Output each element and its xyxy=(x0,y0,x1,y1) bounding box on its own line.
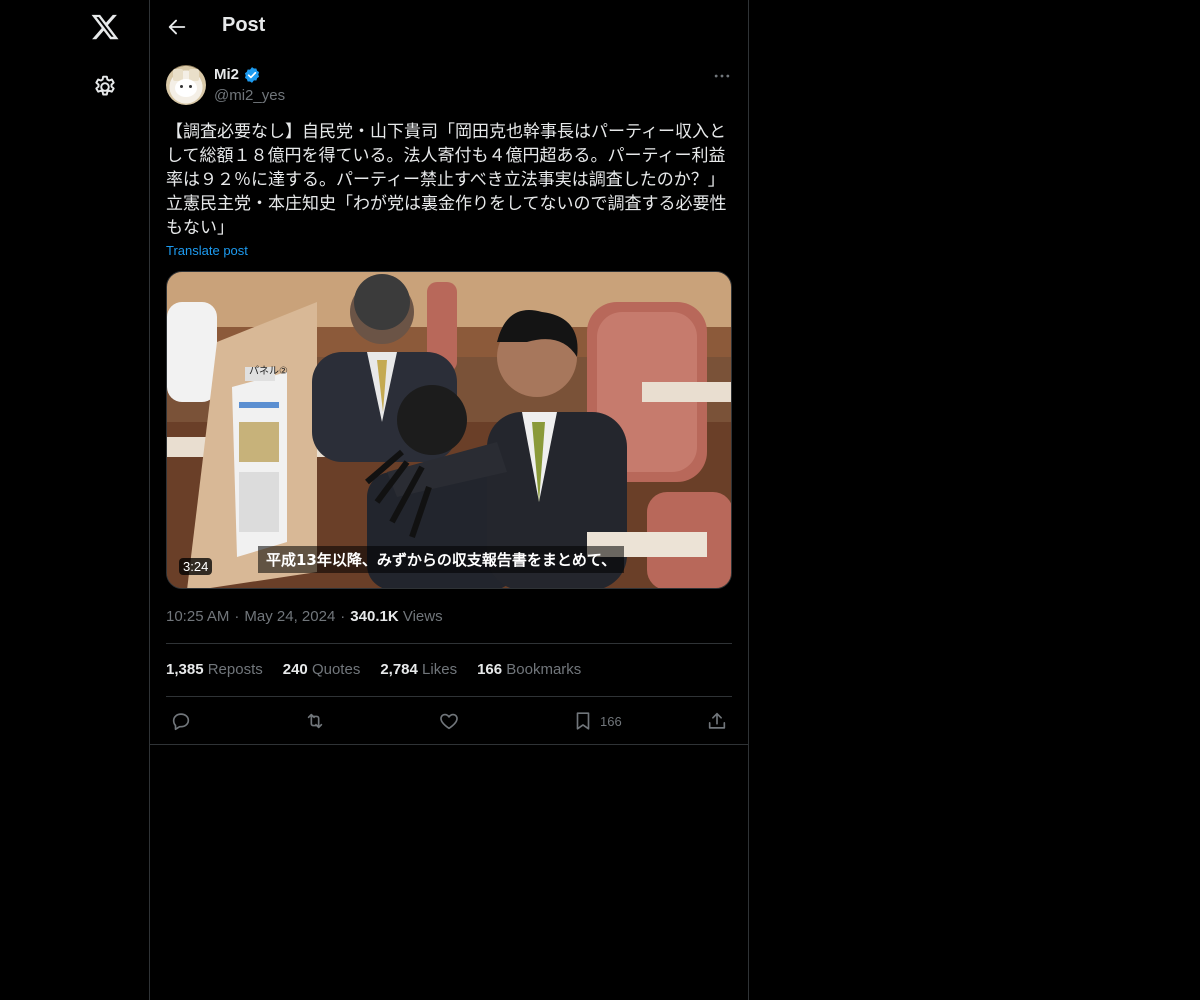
quotes-label: Quotes xyxy=(311,661,361,678)
likes-stat[interactable]: 2,784 Likes xyxy=(380,661,457,678)
post-meta: 10:25 AM · May 24, 2024 · 340.1K Views xyxy=(166,608,443,625)
like-button[interactable] xyxy=(438,708,460,734)
post-time[interactable]: 10:25 AM xyxy=(166,608,229,625)
meta-separator: · xyxy=(234,608,240,625)
avatar[interactable] xyxy=(166,65,206,105)
likes-count: 2,784 xyxy=(380,661,418,678)
video-duration: 3:24 xyxy=(179,558,213,575)
post-date[interactable]: May 24, 2024 xyxy=(244,608,335,625)
meta-separator: · xyxy=(340,608,346,625)
share-button[interactable] xyxy=(706,708,728,734)
author-name[interactable]: Mi2 xyxy=(214,66,239,83)
share-icon xyxy=(708,712,726,729)
reply-button[interactable] xyxy=(170,708,192,734)
divider xyxy=(166,643,732,644)
bookmarks-stat[interactable]: 166 Bookmarks xyxy=(477,661,581,678)
avatar-eye-right xyxy=(189,85,192,88)
verified-badge-icon[interactable] xyxy=(243,66,261,84)
repost-button[interactable] xyxy=(304,708,326,734)
reposts-label: Reposts xyxy=(207,661,263,678)
views-count: 340.1K xyxy=(350,608,399,625)
reposts-stat[interactable]: 1,385 Reposts xyxy=(166,661,263,678)
action-bar: 166 xyxy=(166,708,732,734)
video-frame-illustration: パネル② xyxy=(167,272,731,588)
likes-label: Likes xyxy=(422,661,458,678)
page-title: Post xyxy=(222,14,266,36)
reposts-count: 1,385 xyxy=(166,661,204,678)
gear-icon[interactable] xyxy=(92,74,118,100)
arrow-left-icon[interactable] xyxy=(166,16,188,38)
bookmark-icon xyxy=(576,712,590,730)
quotes-count: 240 xyxy=(282,661,308,678)
bookmarks-count: 166 xyxy=(477,661,503,678)
heart-icon xyxy=(440,713,458,730)
avatar-eye-left xyxy=(180,85,183,88)
more-horizontal-icon[interactable] xyxy=(712,66,732,86)
views-label: Views xyxy=(402,608,443,625)
repost-icon xyxy=(307,713,323,729)
bookmark-button[interactable]: 166 xyxy=(572,708,622,734)
reply-icon xyxy=(172,713,190,731)
post-video[interactable]: パネル② 3:24 平成13年以降、みずからの収支報告書をまとめて、 xyxy=(166,271,732,589)
translate-post-link[interactable]: Translate post xyxy=(166,243,248,258)
post-bottom-border xyxy=(150,744,748,745)
x-logo-icon[interactable] xyxy=(90,12,120,42)
post-text: 【調査必要なし】自民党・山下貴司「岡田克也幹事長はパーティー収入と して総額１８… xyxy=(166,122,727,238)
avatar-face xyxy=(175,79,197,97)
video-subtitle: 平成13年以降、みずからの収支報告書をまとめて、 xyxy=(258,546,625,573)
bookmarks-label: Bookmarks xyxy=(506,661,582,678)
bookmark-count: 166 xyxy=(600,713,622,729)
author-handle[interactable]: @mi2_yes xyxy=(214,87,285,104)
placard-label: パネル② xyxy=(249,365,288,377)
page-header: Post xyxy=(150,0,748,54)
quotes-stat[interactable]: 240 Quotes xyxy=(283,661,361,678)
primary-column: Post Mi2 @mi2_yes 【調査必要なし】自民党・山下貴司「岡田克也幹… xyxy=(149,0,749,1000)
left-navigation xyxy=(0,0,150,1000)
divider xyxy=(166,696,732,697)
engagement-stats: 1,385 Reposts 240 Quotes 2,784 Likes 166… xyxy=(166,661,581,678)
